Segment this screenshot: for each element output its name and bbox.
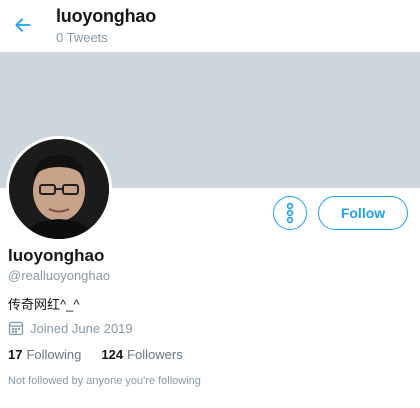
joined-date: Joined June 2019 <box>8 320 133 336</box>
follow-notice: Not followed by anyone you're following <box>8 375 201 387</box>
top-bar: luoyonghao 0 Tweets <box>0 0 420 52</box>
back-button[interactable] <box>10 12 36 38</box>
bio: 传奇网红^_^ <box>8 297 80 312</box>
following-count: 17 <box>8 347 23 362</box>
more-vertical-icon <box>286 202 294 224</box>
followers-label: Followers <box>127 347 183 362</box>
page-title: luoyonghao <box>56 6 156 26</box>
following-label: Following <box>26 347 82 362</box>
avatar-image <box>9 139 109 239</box>
avatar[interactable] <box>6 136 112 242</box>
tweet-count: 0 Tweets <box>56 30 108 45</box>
arrow-left-icon <box>15 18 31 32</box>
follow-button[interactable]: Follow <box>318 196 408 230</box>
display-name: luoyonghao <box>8 246 105 265</box>
more-options-button[interactable] <box>273 196 307 230</box>
user-handle: @realluoyonghao <box>8 268 111 283</box>
followers-count: 124 <box>101 347 124 362</box>
follow-stats: 17 Following 124 Followers <box>8 347 183 362</box>
joined-label: Joined June 2019 <box>30 320 133 336</box>
following-link[interactable]: 17 Following <box>8 347 81 362</box>
calendar-icon <box>8 321 24 336</box>
followers-link[interactable]: 124 Followers <box>101 347 182 362</box>
